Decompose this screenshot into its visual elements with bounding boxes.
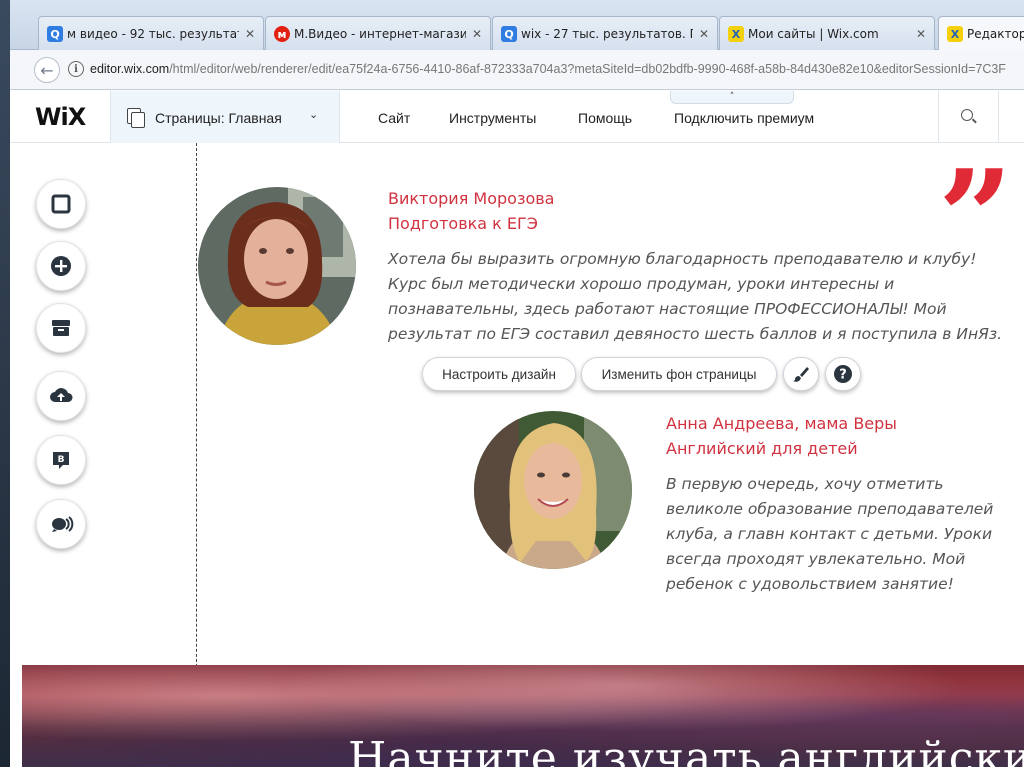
blog-icon: B: [53, 452, 69, 469]
menu-help[interactable]: Помощь: [578, 110, 632, 126]
chevron-down-icon: ⌄: [309, 108, 319, 121]
tab-search-mvideo[interactable]: Q м видео - 92 тыс. результат ✕: [38, 16, 264, 50]
tab-editor[interactable]: X Редактор: [938, 16, 1024, 51]
pages-icon: [127, 108, 145, 128]
zoom-icon: [961, 109, 973, 121]
wix-favicon-icon: X: [947, 26, 963, 42]
url-field[interactable]: editor.wix.com/html/editor/web/renderer/…: [90, 62, 1006, 76]
site-info-icon[interactable]: i: [68, 61, 84, 77]
search-favicon-icon: Q: [501, 26, 517, 42]
pages-dropdown[interactable]: Страницы: Главная ⌄: [110, 91, 340, 143]
screen: Q м видео - 92 тыс. результат ✕ м М.Виде…: [0, 0, 1024, 767]
menu-site[interactable]: Сайт: [378, 110, 410, 126]
tab-search-wix[interactable]: Q wix - 27 тыс. результатов. П ✕: [492, 16, 718, 50]
tab-label: wix - 27 тыс. результатов. П: [521, 26, 693, 41]
brush-icon: [793, 367, 809, 382]
hero-banner[interactable]: Начните изучать английский: [22, 665, 1024, 767]
address-bar: ← i editor.wix.com/html/editor/web/rende…: [10, 50, 1024, 90]
url-path: /html/editor/web/renderer/edit/ea75f24a-…: [169, 62, 1006, 76]
menu-upgrade-premium[interactable]: Подключить премиум: [674, 110, 814, 126]
testimonial-course: Английский для детей: [666, 439, 858, 458]
chat-icon: [52, 516, 74, 532]
testimonial-name: Виктория Морозова: [388, 189, 555, 208]
app-market-tool-button[interactable]: [36, 303, 86, 353]
customize-design-button[interactable]: Настроить дизайн: [422, 357, 576, 391]
close-icon[interactable]: ✕: [916, 27, 926, 41]
help-icon: ?: [834, 365, 852, 383]
upload-icon: [50, 388, 73, 402]
svg-text:B: B: [58, 455, 65, 465]
tab-my-sites[interactable]: X Мои сайты | Wix.com ✕: [719, 16, 935, 50]
close-icon[interactable]: ✕: [472, 27, 482, 41]
close-icon[interactable]: ✕: [699, 27, 709, 41]
tab-mvideo[interactable]: м М.Видео - интернет-магази ✕: [265, 16, 491, 50]
mvideo-favicon-icon: м: [274, 26, 290, 42]
tab-label: М.Видео - интернет-магази: [294, 26, 466, 41]
svg-text:?: ?: [839, 368, 847, 383]
brush-button[interactable]: [783, 357, 819, 391]
back-arrow-icon: ←: [40, 60, 54, 80]
banner-title: Начните изучать английский: [348, 733, 1024, 767]
app-market-icon: [52, 320, 70, 336]
back-button[interactable]: ←: [34, 57, 60, 83]
wix-editor-top-bar: WiX Страницы: Главная ⌄ Сайт Инструменты…: [10, 91, 1024, 143]
avatar-viktoria[interactable]: [198, 187, 356, 345]
quote-mark-icon: ”: [938, 141, 1013, 294]
zoom-button[interactable]: [938, 91, 998, 143]
desktop-edge: [0, 0, 10, 767]
tab-label: м видео - 92 тыс. результат: [67, 26, 239, 41]
close-icon[interactable]: ✕: [245, 27, 255, 41]
help-button[interactable]: ?: [825, 357, 861, 391]
collapse-toolbar-button[interactable]: ˄: [670, 91, 794, 104]
testimonial-name: Анна Андреева, мама Веры: [666, 414, 897, 433]
tab-label: Редактор: [967, 27, 1024, 41]
divider: [998, 91, 999, 143]
chat-tool-button[interactable]: [36, 499, 86, 549]
avatar-anna[interactable]: [474, 411, 632, 569]
pages-label: Страницы: Главная: [155, 110, 282, 126]
testimonial-text: В первую очередь, хочу отметить великоле…: [666, 475, 994, 593]
wix-favicon-icon: X: [728, 26, 744, 42]
blog-tool-button[interactable]: B: [36, 435, 86, 485]
editor-canvas[interactable]: B Виктория Морозова Подготовка к ЕГЭ Хот…: [10, 143, 1024, 767]
browser-tab-strip: Q м видео - 92 тыс. результат ✕ м М.Виде…: [10, 0, 1024, 51]
url-host: editor.wix.com: [90, 62, 170, 76]
upload-tool-button[interactable]: [36, 371, 86, 421]
add-icon: [51, 256, 71, 276]
background-tool-button[interactable]: [36, 179, 86, 229]
add-tool-button[interactable]: [36, 241, 86, 291]
testimonial-course: Подготовка к ЕГЭ: [388, 214, 538, 233]
wix-logo[interactable]: WiX: [35, 103, 86, 131]
change-background-button[interactable]: Изменить фон страницы: [581, 357, 777, 391]
tab-label: Мои сайты | Wix.com: [748, 26, 879, 41]
search-favicon-icon: Q: [47, 26, 63, 42]
testimonial-text: Хотела бы выразить огромную благодарност…: [388, 250, 1003, 343]
background-icon: [51, 194, 71, 214]
menu-tools[interactable]: Инструменты: [449, 110, 536, 126]
